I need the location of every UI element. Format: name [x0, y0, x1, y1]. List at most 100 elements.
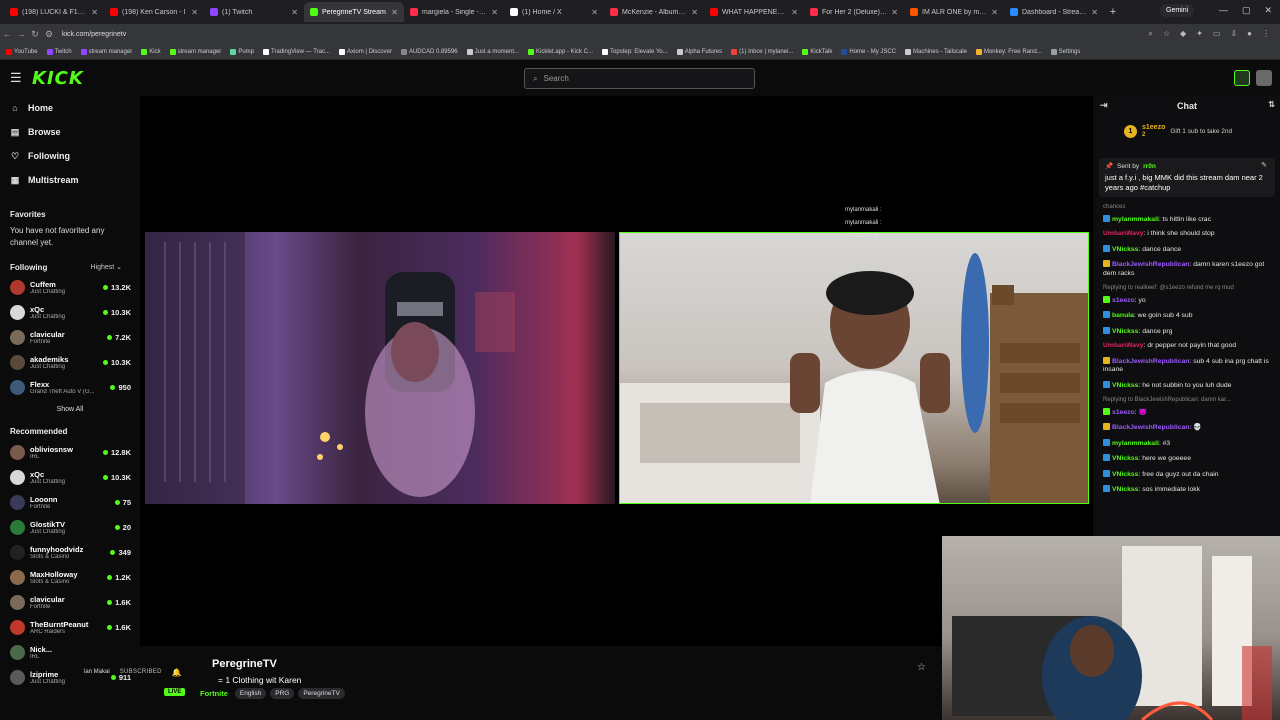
bookmark-item[interactable]: Pump: [230, 48, 254, 55]
channel-item[interactable]: xQc Just Chatting 10.3K: [0, 465, 140, 490]
bookmark-star-icon[interactable]: ☆: [1163, 29, 1170, 39]
chat-message[interactable]: mylanmmakali: #3: [1103, 438, 1274, 449]
channel-item[interactable]: Cuffem Just Chatting 13.2K: [0, 275, 140, 300]
channel-item[interactable]: TheBurntPeanut ARC Raiders 1.6K: [0, 615, 140, 640]
bookmark-item[interactable]: Machines - Tailscale: [905, 48, 967, 55]
bookmark-item[interactable]: Alpha Futures: [676, 48, 722, 55]
chat-message[interactable]: VNickss: sos immediate lokk: [1103, 485, 1274, 495]
bookmark-item[interactable]: Axiom | Discover: [339, 48, 392, 55]
bookmark-item[interactable]: Home - My JSCC: [841, 48, 896, 55]
extension-icon[interactable]: ◆: [1180, 29, 1186, 39]
chat-message[interactable]: mylanmmakali: ts hittin like crac: [1103, 214, 1274, 225]
tab-close-icon[interactable]: ✕: [791, 8, 798, 17]
bookmark-item[interactable]: YouTube: [6, 48, 38, 55]
close-window-icon[interactable]: ✕: [1264, 5, 1272, 16]
maximize-icon[interactable]: ▢: [1242, 5, 1251, 16]
browser-tab[interactable]: (198) Ken Carson - I ✕: [104, 2, 204, 22]
show-all-button[interactable]: Show All: [0, 406, 140, 413]
bookmark-item[interactable]: Kick: [141, 48, 161, 55]
browser-tab[interactable]: For Her 2 (Deluxe) - Alb ✕: [804, 2, 904, 22]
chat-username[interactable]: s1eezo: [1112, 297, 1135, 304]
kick-logo[interactable]: KICK: [32, 68, 84, 89]
channel-item[interactable]: obliviosnsw IRL 12.8K: [0, 440, 140, 465]
bookmark-item[interactable]: Topstep: Elevate Yo...: [602, 48, 668, 55]
channel-name[interactable]: PeregrineTV: [212, 658, 277, 670]
chat-username[interactable]: VNickss: [1112, 382, 1138, 389]
chat-username[interactable]: VNickss: [1112, 455, 1138, 462]
bookmark-item[interactable]: stream manager: [169, 48, 221, 55]
chat-username[interactable]: mylanmmakali: [1112, 216, 1159, 223]
chat-settings-icon[interactable]: ⇅: [1268, 100, 1275, 109]
chat-message[interactable]: UmbanWavy: dr pepper not payin that good: [1103, 342, 1274, 351]
category-link[interactable]: Fortnite: [200, 689, 228, 698]
chat-username[interactable]: mylanmmakali: [1112, 440, 1159, 447]
chat-message[interactable]: s1eezo: 😈: [1103, 407, 1274, 418]
browser-tab[interactable]: (1) Twitch ✕: [204, 2, 304, 22]
chat-reply-context[interactable]: Replying to BlackJewishRepublican: damn …: [1103, 396, 1274, 405]
minimize-icon[interactable]: —: [1219, 5, 1228, 16]
chat-username[interactable]: VNickss: [1112, 471, 1138, 478]
reload-icon[interactable]: ↻: [28, 29, 42, 40]
collapse-chat-icon[interactable]: ⇥: [1100, 100, 1108, 111]
bookmark-item[interactable]: (1) Inbox | mylanei...: [731, 48, 793, 55]
bookmark-item[interactable]: KickTalk: [802, 48, 832, 55]
gift-leaderboard[interactable]: 1 s1eezo 2 Gift 1 sub to take 2nd: [1094, 116, 1280, 146]
tab-close-icon[interactable]: ✕: [91, 8, 98, 17]
chat-username[interactable]: UmbanWavy: [1103, 342, 1144, 349]
bookmark-item[interactable]: Twitch: [46, 48, 72, 55]
site-info-icon[interactable]: ⚙: [42, 29, 56, 40]
chat-message[interactable]: BlackJewishRepublican: 💀: [1103, 423, 1274, 433]
channel-item[interactable]: GlostikTV Just Chatting 20: [0, 515, 140, 540]
bookmark-item[interactable]: AUDCAD 0.89596: [400, 48, 458, 55]
nav-item-browse[interactable]: ▤ Browse: [0, 120, 140, 144]
search-input[interactable]: ⌕ Search: [524, 68, 755, 89]
unpin-icon[interactable]: ✎: [1261, 161, 1267, 169]
chat-message[interactable]: s1eezo: yo: [1103, 295, 1274, 306]
chat-username[interactable]: s1eezo: [1112, 409, 1135, 416]
gemini-button[interactable]: Gemini: [1160, 4, 1195, 17]
bookmark-item[interactable]: Kicklet.app - Kick C...: [528, 48, 593, 55]
subscribed-label[interactable]: SUBSCRIBED: [120, 669, 162, 675]
channel-item[interactable]: clavicular Fortnite 1.6K: [0, 590, 140, 615]
stream-tag[interactable]: English: [234, 688, 267, 699]
browser-tab[interactable]: IM ALR ONE by mylann ✕: [904, 2, 1004, 22]
chat-message[interactable]: BlackJewishRepublican: damn karen s1eezo…: [1103, 260, 1274, 278]
nav-item-home[interactable]: ⌂ Home: [0, 96, 140, 120]
chat-message[interactable]: VNickss: he not subbin to you luh dude: [1103, 380, 1274, 391]
channel-item[interactable]: clavicular Fortnite 7.2K: [0, 325, 140, 350]
chat-username[interactable]: VNickss: [1112, 246, 1138, 253]
back-icon[interactable]: ←: [0, 29, 14, 39]
profile-avatar-icon[interactable]: ●: [1247, 29, 1252, 39]
channel-item[interactable]: funnyhoodvidz Slots & Casino 349: [0, 540, 140, 565]
browser-tab[interactable]: McKenzie - Album by Fe✕: [604, 2, 704, 22]
stream-tag[interactable]: PeregrineTV: [298, 688, 345, 699]
chat-message[interactable]: VNickss: here we goeeee: [1103, 454, 1274, 464]
user-avatar[interactable]: [1256, 70, 1272, 86]
bookmark-item[interactable]: TradingView — Trac...: [263, 48, 330, 55]
downloads-icon[interactable]: ⇩: [1230, 29, 1237, 39]
forward-icon[interactable]: →: [14, 29, 28, 39]
chat-username[interactable]: BlackJewishRepublican: [1112, 424, 1189, 431]
zoom-icon[interactable]: ⌕: [1148, 29, 1152, 39]
bookmark-item[interactable]: Settings: [1050, 48, 1080, 55]
tab-close-icon[interactable]: ✕: [491, 8, 498, 17]
nav-item-following[interactable]: ♡ Following: [0, 144, 140, 168]
bookmark-item[interactable]: Just a moment...: [466, 48, 519, 55]
browser-tab[interactable]: PeregrineTV Stream ✕: [304, 2, 404, 22]
chat-username[interactable]: BlackJewishRepublican: [1112, 358, 1189, 365]
chat-message[interactable]: VNickss: dance dance: [1103, 244, 1274, 255]
favorite-star-icon[interactable]: ☆: [917, 662, 926, 673]
tab-close-icon[interactable]: ✕: [291, 8, 298, 17]
chat-username[interactable]: BlackJewishRepublican: [1112, 261, 1189, 268]
nav-item-multistream[interactable]: ▦ Multistream: [0, 168, 140, 192]
chat-message[interactable]: UmbanWavy: i think she should stop: [1103, 230, 1274, 239]
chat-message[interactable]: VNickss: free da guyz out da chain: [1103, 469, 1274, 480]
tab-close-icon[interactable]: ✕: [591, 8, 598, 17]
tab-close-icon[interactable]: ✕: [891, 8, 898, 17]
stream-tag[interactable]: PRG: [270, 688, 295, 699]
extensions-puzzle-icon[interactable]: ✦: [1196, 29, 1203, 39]
browser-tab[interactable]: margiela - Single - Album ✕: [404, 2, 504, 22]
browser-tab[interactable]: (198) LUCKI & F1LTH ✕: [4, 2, 104, 22]
channel-item[interactable]: xQc Just Chatting 10.3K: [0, 300, 140, 325]
browser-tab[interactable]: WHAT HAPPENED TO T ✕: [704, 2, 804, 22]
